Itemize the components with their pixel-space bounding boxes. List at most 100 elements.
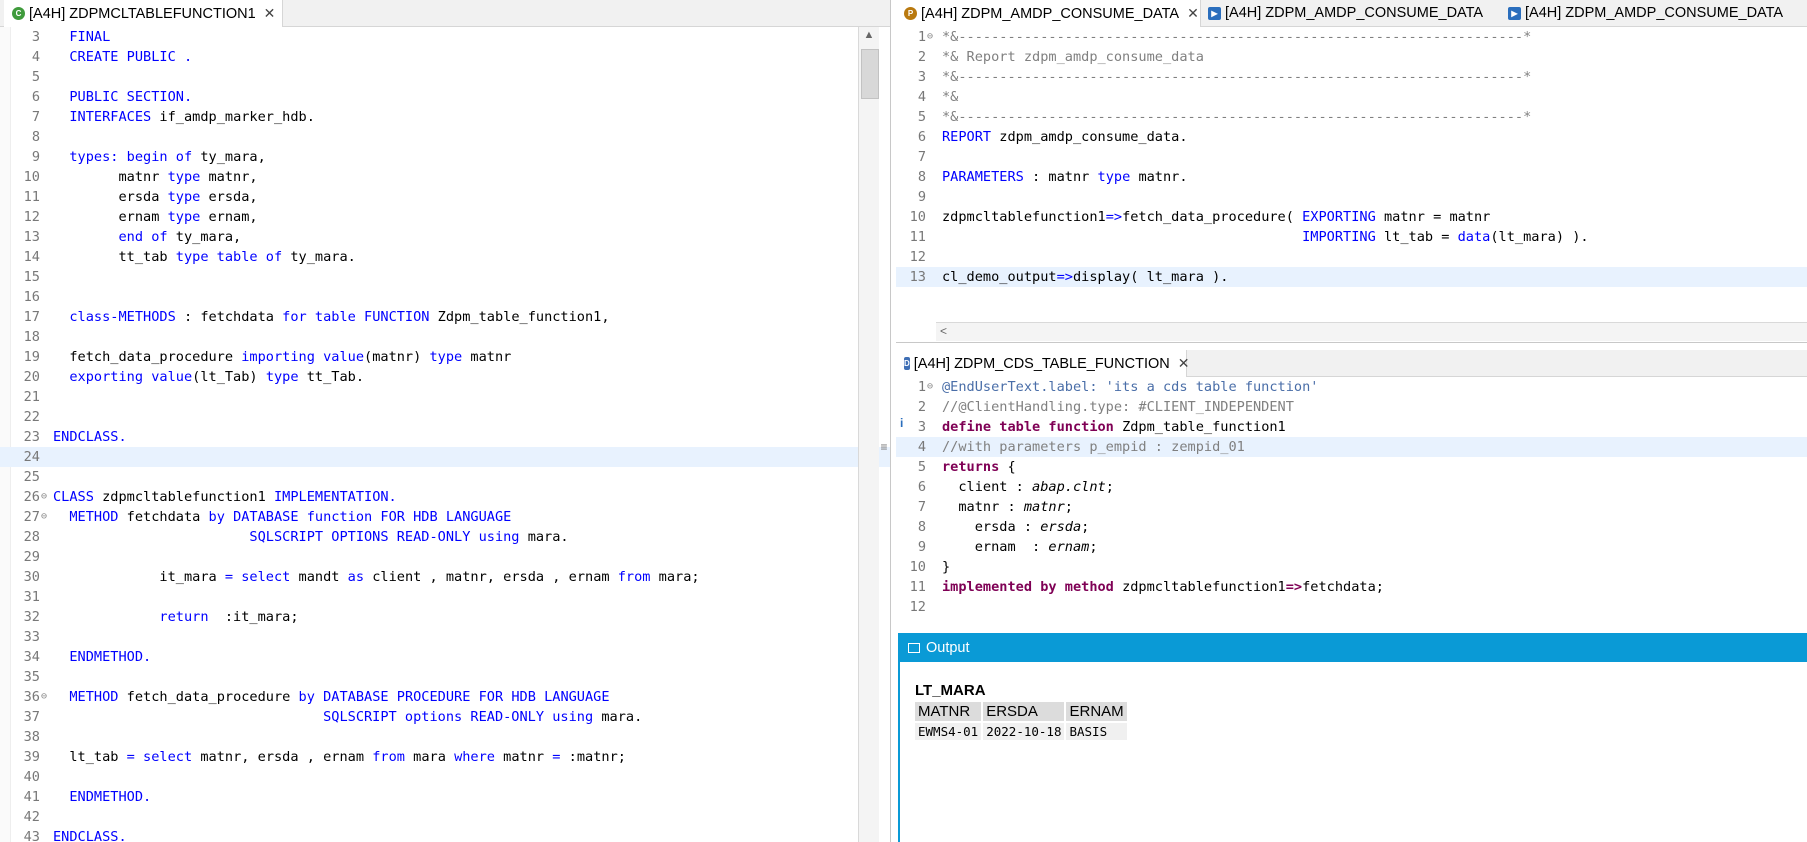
code-line[interactable]: 16 [0,287,890,307]
code-line[interactable]: 7 [896,147,1807,167]
line-number: 5 [917,109,926,125]
code-line[interactable]: 12 [896,597,1807,617]
code-line[interactable]: 34 ENDMETHOD. [0,647,890,667]
code-line[interactable]: 2 *& Report zdpm_amdp_consume_data [896,47,1807,67]
code-line[interactable]: 12 ernam type ernam, [0,207,890,227]
code-line[interactable]: 18 [0,327,890,347]
fold-toggle-icon[interactable]: ⊖ [41,487,47,507]
code-line[interactable]: 11 ersda type ersda, [0,187,890,207]
code-line[interactable]: 13 end of ty_mara, [0,227,890,247]
scroll-left-arrow[interactable]: < [940,324,947,338]
code-line[interactable]: 17 class-METHODS : fetchdata for table F… [0,307,890,327]
code-line[interactable]: 9 [896,187,1807,207]
code-line[interactable]: 30 it_mara = select mandt as client , ma… [0,567,890,587]
code-line[interactable]: 33 [0,627,890,647]
code-line[interactable]: 20 exporting value(lt_Tab) type tt_Tab. [0,367,890,387]
code-line[interactable]: 32 return :it_mara; [0,607,890,627]
code-line[interactable]: 5 returns { [896,457,1807,477]
code-line[interactable]: 41 ENDMETHOD. [0,787,890,807]
code-line[interactable]: 29 [0,547,890,567]
code-text: *&--------------------------------------… [942,107,1531,127]
code-line[interactable]: 6 client : abap.clnt; [896,477,1807,497]
code-line[interactable]: 7 INTERFACES if_amdp_marker_hdb. [0,107,890,127]
tab-consume-data-3[interactable]: ▶ [A4H] ZDPM_AMDP_CONSUME_DATA [1500,0,1807,26]
fold-toggle-icon[interactable]: ⊖ [927,27,933,47]
code-line[interactable]: 4 CREATE PUBLIC . [0,47,890,67]
code-line[interactable]: 24 [0,447,890,467]
code-token: fetchdata; [1302,579,1384,595]
fold-toggle-icon[interactable]: ⊖ [41,687,47,707]
code-line[interactable]: 35 [0,667,890,687]
code-line[interactable]: 25 [0,467,890,487]
code-line[interactable]: 19 fetch_data_procedure importing value(… [0,347,890,367]
code-line[interactable]: 21 [0,387,890,407]
scroll-thumb[interactable] [861,49,879,99]
code-line[interactable]: 14 tt_tab type table of ty_mara. [0,247,890,267]
tab-consume-data-2[interactable]: ▶ [A4H] ZDPM_AMDP_CONSUME_DATA [1200,0,1500,26]
code-line[interactable]: 9 types: begin of ty_mara, [0,147,890,167]
code-line[interactable]: 9 ernam : ernam; [896,537,1807,557]
close-icon[interactable]: ✕ [1187,5,1199,22]
fold-toggle-icon[interactable]: ⊖ [927,377,933,397]
code-line[interactable]: 6 REPORT zdpm_amdp_consume_data. [896,127,1807,147]
code-token: Zdpm_table_function1, [437,309,610,325]
code-token: as [347,569,373,585]
code-line[interactable]: 8 PARAMETERS : matnr type matnr. [896,167,1807,187]
code-line[interactable]: 11 implemented by method zdpmcltablefunct… [896,577,1807,597]
run-program-icon: ▶ [1508,6,1521,20]
code-line[interactable]: 5 *&-------------------------------------… [896,107,1807,127]
code-line[interactable]: 1 ⊖ *&------------------------------------… [896,27,1807,47]
code-line[interactable]: 7 matnr : matnr; [896,497,1807,517]
code-line[interactable]: 11 IMPORTING lt_tab = data(lt_mara) ). [896,227,1807,247]
code-line[interactable]: 3 FINAL [0,27,890,47]
code-line[interactable]: 26 ⊖ CLASS zdpmcltablefunction1 IMPLEMENTA… [0,487,890,507]
code-line[interactable]: 8 ersda : ersda; [896,517,1807,537]
code-line[interactable]: 15 [0,267,890,287]
code-line[interactable]: 43 ENDCLASS. [0,827,890,842]
column-header: ERNAM [1066,702,1127,721]
code-line[interactable]: 10 zdpmcltablefunction1=>fetch_data_proce… [896,207,1807,227]
code-line[interactable]: 42 [0,807,890,827]
code-line[interactable]: 22 [0,407,890,427]
code-line[interactable]: 8 [0,127,890,147]
code-token: type [167,209,209,225]
line-number: 29 [23,549,40,565]
code-line[interactable]: 2 //@ClientHandling.type: #CLIENT_INDEPEN… [896,397,1807,417]
code-line[interactable]: 10} [896,557,1807,577]
code-line[interactable]: 23 ENDCLASS. [0,427,890,447]
code-line[interactable]: 39 lt_tab = select matnr, ersda , ernam … [0,747,890,767]
code-line[interactable]: 4 //with parameters p_empid : zempid_01 [896,437,1807,457]
code-line[interactable]: 38 [0,727,890,747]
code-line[interactable]: 4 *& [896,87,1807,107]
code-token: from [617,569,659,585]
code-line[interactable]: 10 matnr type matnr, [0,167,890,187]
tab-consume-data-1[interactable]: P [A4H] ZDPM_AMDP_CONSUME_DATA ✕ [896,0,1201,27]
code-line[interactable]: 31 [0,587,890,607]
left-vertical-scrollbar[interactable]: ▲ [858,27,879,842]
scroll-up-arrow[interactable]: ▲ [859,29,879,45]
line-number: 1 [917,29,926,45]
code-line[interactable]: 36 ⊖ METHOD fetch_data_procedure by DATAB… [0,687,890,707]
code-line[interactable]: 1 ⊖ @EndUserText.label: 'its a cds table f… [896,377,1807,397]
code-line[interactable]: 3 *&-------------------------------------… [896,67,1807,87]
class-icon: C [12,7,25,20]
code-line[interactable]: 5 [0,67,890,87]
code-token: importing value [241,349,365,365]
code-token: ernam, [208,209,258,225]
code-line[interactable]: 3 define table function Zdpm_table_functi… [896,417,1807,437]
close-icon[interactable]: ✕ [264,5,276,22]
code-token: => [1105,209,1123,225]
code-line[interactable]: 12 [896,247,1807,267]
right-top-horizontal-scrollbar[interactable]: < [936,322,1807,341]
tab-zdpmcltablefunction1[interactable]: C [A4H] ZDPMCLTABLEFUNCTION1 ✕ [4,0,283,27]
code-line[interactable]: 6 PUBLIC SECTION. [0,87,890,107]
code-line[interactable]: 27 ⊖ METHOD fetchdata by DATABASE functio… [0,507,890,527]
code-line[interactable]: 13 cl_demo_output=>display( lt_mara ). [896,267,1807,287]
tab-cds-table-function[interactable]: D [A4H] ZDPM_CDS_TABLE_FUNCTION ✕ [896,350,1190,377]
sash-handle[interactable]: ≡ [878,440,890,460]
code-line[interactable]: 37 SQLSCRIPT options READ-ONLY using mar… [0,707,890,727]
close-icon[interactable]: ✕ [1178,355,1190,372]
code-line[interactable]: 40 [0,767,890,787]
code-line[interactable]: 28 SQLSCRIPT OPTIONS READ-ONLY using mar… [0,527,890,547]
fold-toggle-icon[interactable]: ⊖ [41,507,47,527]
